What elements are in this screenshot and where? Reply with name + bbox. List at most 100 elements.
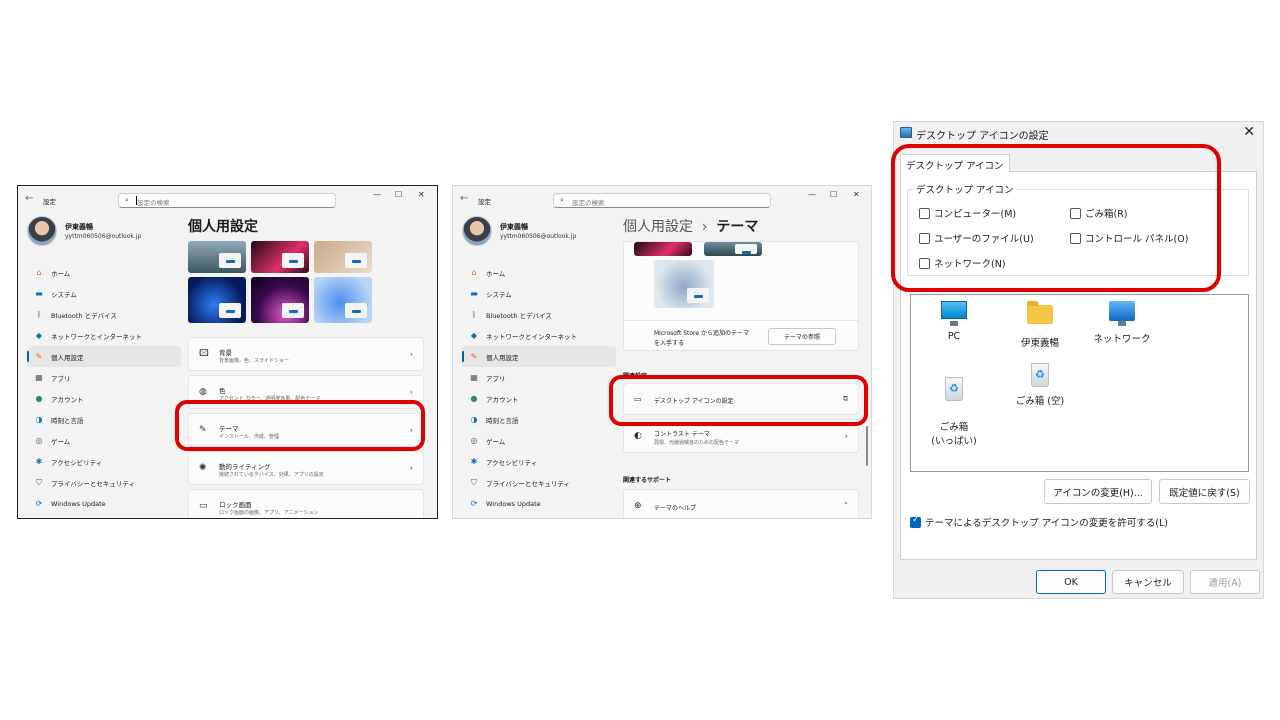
checkbox-allow-themes[interactable]: テーマによるデスクトップ アイコンの変更を許可する(L) (910, 515, 1168, 529)
sidebar-item-label: アカウント (486, 395, 519, 404)
checkbox-box-checked[interactable] (910, 515, 921, 528)
sidebar-item-label: ホーム (51, 269, 71, 278)
sidebar-item-gaming[interactable]: ◎ ゲーム (462, 430, 616, 451)
icon-item-recycle-bin-empty[interactable]: ♻ ごみ箱 (空) (1005, 363, 1075, 407)
search-box[interactable]: ⌕ 設定の検索 (118, 193, 336, 208)
ok-button[interactable]: OK (1036, 570, 1106, 594)
close-icon[interactable]: ✕ (853, 190, 860, 199)
maximize-icon[interactable]: ☐ (395, 190, 402, 199)
shield-icon: ⛉ (471, 477, 477, 487)
change-icon-button[interactable]: アイコンの変更(H)... (1044, 479, 1152, 504)
theme-thumbnail[interactable] (251, 277, 309, 323)
sun-icon: ✺ (199, 463, 207, 473)
cancel-button[interactable]: キャンセル (1112, 570, 1184, 594)
dynamic-lighting-card[interactable]: ✺ 動的ライティング 接続されているデバイス、効果、アプリの設定 › (188, 451, 424, 485)
minimize-icon[interactable]: — (808, 190, 816, 199)
sidebar-item-privacy[interactable]: ⛉ プライバシーとセキュリティ (27, 472, 181, 493)
theme-gallery: Microsoft Store から追加のテーマ を入手する テーマの参照 (623, 241, 859, 351)
background-card[interactable]: 🖾 背景 背景画像、色、スライドショー › (188, 337, 424, 371)
chevron-right-icon: › (844, 431, 848, 441)
sidebar-item-account[interactable]: ● アカウント (462, 388, 616, 409)
breadcrumb-parent[interactable]: 個人用設定 (623, 219, 693, 235)
sidebar-item-account[interactable]: ● アカウント (27, 388, 181, 409)
sidebar-item-bluetooth[interactable]: ᛒ Bluetooth とデバイス (462, 304, 616, 325)
sidebar-item-gaming[interactable]: ◎ ゲーム (27, 430, 181, 451)
minimize-icon[interactable]: — (373, 190, 381, 199)
close-icon[interactable]: ✕ (1243, 124, 1255, 140)
scrollbar[interactable] (866, 426, 868, 466)
pc-icon (941, 301, 967, 326)
sidebar-item-network[interactable]: ◆ ネットワークとインターネット (27, 325, 181, 346)
title-bar: ← 設定 ⌕ 設定の検索 — ☐ ✕ (453, 186, 871, 214)
sidebar-item-label: Windows Update (486, 499, 541, 508)
back-arrow-icon[interactable]: ← (25, 193, 33, 204)
search-box[interactable]: ⌕ 設定の検索 (553, 193, 771, 208)
card-subtitle: 接続されているデバイス、効果、アプリの設定 (219, 472, 324, 478)
maximize-icon[interactable]: ☐ (830, 190, 837, 199)
icon-item-pc[interactable]: PC (919, 301, 989, 342)
chevron-right-icon: › (409, 387, 413, 397)
account-icon: ● (35, 394, 43, 403)
theme-thumbnail[interactable] (314, 277, 372, 323)
apply-button[interactable]: 適用(A) (1190, 570, 1260, 594)
sidebar-item-time-language[interactable]: ◑ 時刻と言語 (462, 409, 616, 430)
recycle-bin-full-icon: ♻ (945, 377, 963, 401)
breadcrumb-separator: › (701, 219, 708, 235)
sidebar-item-label: プライバシーとセキュリティ (486, 479, 570, 488)
theme-thumbnail[interactable] (314, 241, 372, 273)
back-arrow-icon[interactable]: ← (460, 193, 468, 204)
display-settings-icon (900, 127, 912, 138)
sidebar-item-privacy[interactable]: ⛉ プライバシーとセキュリティ (462, 472, 616, 493)
theme-thumbnail[interactable] (704, 242, 762, 256)
sidebar-item-accessibility[interactable]: ✱ アクセシビリティ (462, 451, 616, 472)
sidebar-item-system[interactable]: ▬ システム (27, 283, 181, 304)
update-icon: ⟳ (470, 499, 478, 508)
folder-icon (1027, 301, 1053, 324)
theme-preview-window (687, 288, 709, 303)
sidebar-item-time-language[interactable]: ◑ 時刻と言語 (27, 409, 181, 430)
icon-item-recycle-bin-full[interactable]: ♻ ごみ箱 (いっぱい) (919, 363, 989, 449)
sidebar-item-apps[interactable]: ▦ アプリ (27, 367, 181, 388)
chevron-right-icon: › (409, 349, 413, 359)
sidebar-item-personalization[interactable]: ✎ 個人用設定 (462, 346, 616, 367)
theme-preview-window (282, 303, 304, 318)
sidebar-item-bluetooth[interactable]: ᛒ Bluetooth とデバイス (27, 304, 181, 325)
user-profile[interactable]: 伊東義暢 yyttm060506@outlook.jp (27, 216, 187, 248)
theme-help-card[interactable]: ⊕ テーマのヘルプ ˄ (623, 489, 859, 518)
highlight-desktop-icons-group (891, 144, 1221, 292)
sidebar-item-label: Windows Update (51, 499, 106, 508)
user-profile[interactable]: 伊東義暢 yyttm060506@outlook.jp (462, 216, 622, 248)
recycle-bin-empty-icon: ♻ (1031, 363, 1049, 387)
restore-default-button[interactable]: 既定値に戻す(S) (1159, 479, 1250, 504)
sidebar-item-home[interactable]: ⌂ ホーム (462, 262, 616, 283)
theme-thumbnail[interactable] (634, 242, 692, 256)
sidebar-item-apps[interactable]: ▦ アプリ (462, 367, 616, 388)
sidebar-item-label: 時刻と言語 (486, 416, 519, 425)
icon-item-network[interactable]: ネットワーク (1087, 301, 1157, 345)
icon-label: ごみ箱 (空) (1015, 396, 1065, 407)
update-icon: ⟳ (35, 499, 43, 508)
gaming-icon: ◎ (35, 436, 43, 445)
lock-screen-card[interactable]: ▭ ロック画面 ロック画面の画像、アプリ、アニメーション (188, 489, 424, 518)
sidebar-item-personalization[interactable]: ✎ 個人用設定 (27, 346, 181, 367)
card-title: 背景 (219, 349, 232, 357)
sidebar-item-system[interactable]: ▬ システム (462, 283, 616, 304)
icon-item-user-folder[interactable]: 伊東義暢 (1005, 301, 1075, 349)
globe-icon: ⊕ (634, 501, 642, 511)
theme-thumbnail[interactable] (188, 241, 246, 273)
browse-themes-button[interactable]: テーマの参照 (768, 328, 836, 345)
theme-thumbnail[interactable] (654, 260, 714, 308)
close-icon[interactable]: ✕ (418, 190, 425, 199)
theme-thumbnail[interactable] (251, 241, 309, 273)
theme-thumbnail[interactable] (188, 277, 246, 323)
sidebar-item-label: システム (486, 290, 512, 299)
sidebar-item-accessibility[interactable]: ✱ アクセシビリティ (27, 451, 181, 472)
accessibility-icon: ✱ (470, 457, 478, 466)
sidebar-item-label: アプリ (51, 374, 71, 383)
card-subtitle: 背景画像、色、スライドショー (219, 358, 290, 364)
sidebar-item-windows-update[interactable]: ⟳ Windows Update (462, 493, 616, 514)
icon-list: PC 伊東義暢 ネットワーク ♻ ごみ箱 (いっぱい) ♻ ごみ箱 (空) (910, 294, 1249, 472)
sidebar-item-home[interactable]: ⌂ ホーム (27, 262, 181, 283)
sidebar-item-windows-update[interactable]: ⟳ Windows Update (27, 493, 181, 514)
sidebar-item-network[interactable]: ◆ ネットワークとインターネット (462, 325, 616, 346)
